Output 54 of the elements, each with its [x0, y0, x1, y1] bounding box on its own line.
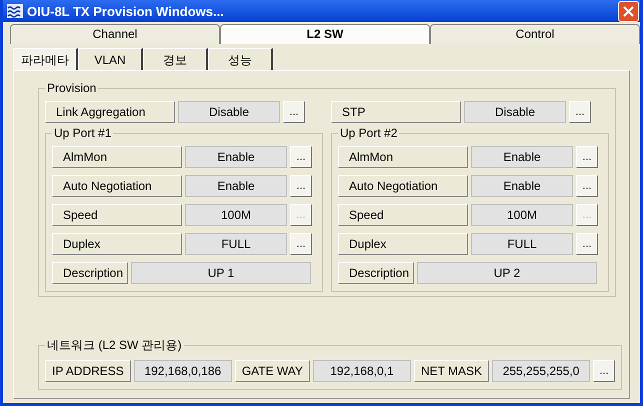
browse-button[interactable]: ...: [283, 100, 305, 122]
setting-label: Link Aggregation: [45, 100, 175, 122]
address-field[interactable]: 192,168,0,1: [312, 360, 411, 382]
setting-value: FULL: [185, 232, 287, 254]
group-title: Up Port #2: [339, 126, 398, 140]
setting-label: Auto Negotiation: [338, 174, 468, 196]
setting-value: Enable: [185, 146, 287, 168]
tab[interactable]: 파라메타: [13, 48, 78, 70]
wave-icon: [7, 4, 23, 18]
browse-button[interactable]: ...: [576, 232, 598, 254]
field-label: NET MASK: [414, 360, 490, 382]
close-button[interactable]: [618, 0, 639, 22]
field-label: IP ADDRESS: [45, 360, 131, 382]
setting-label: Speed: [52, 204, 182, 226]
browse-button[interactable]: ...: [290, 232, 312, 254]
setting-value: Disable: [178, 100, 280, 122]
tab[interactable]: Channel: [10, 24, 220, 44]
setting-value: Enable: [471, 146, 573, 168]
tab[interactable]: 경보: [143, 48, 208, 70]
address-field[interactable]: 255,255,255,0: [492, 360, 590, 382]
setting-label: AlmMon: [52, 146, 182, 168]
setting-label: Duplex: [338, 232, 468, 254]
group-title: 네트워크 (L2 SW 관리용): [46, 337, 183, 354]
setting-label: Description: [52, 262, 128, 284]
close-icon: [623, 6, 634, 16]
setting-label: STP: [331, 100, 461, 122]
setting-label: Auto Negotiation: [52, 174, 182, 196]
browse-button[interactable]: ...: [290, 146, 312, 168]
group-title: Provision: [46, 81, 98, 95]
setting-value: Enable: [185, 174, 287, 196]
setting-label: Description: [338, 262, 414, 284]
field-label: GATE WAY: [234, 360, 310, 382]
browse-button[interactable]: ...: [593, 360, 616, 382]
setting-value: 100M: [185, 204, 287, 226]
description-field[interactable]: UP 2: [417, 262, 597, 284]
group-title: Up Port #1: [53, 126, 112, 140]
window-title: OIU-8L TX Provision Windows...: [27, 4, 225, 18]
setting-value: FULL: [471, 232, 573, 254]
setting-value: Enable: [471, 174, 573, 196]
tab[interactable]: Control: [430, 24, 640, 44]
setting-label: AlmMon: [338, 146, 468, 168]
description-field[interactable]: UP 1: [131, 262, 311, 284]
setting-value: Disable: [464, 100, 566, 122]
setting-label: Speed: [338, 204, 468, 226]
browse-button[interactable]: ...: [576, 174, 598, 196]
tab[interactable]: 성능: [208, 48, 273, 70]
browse-button[interactable]: ...: [576, 146, 598, 168]
setting-label: Duplex: [52, 232, 182, 254]
tab[interactable]: L2 SW: [220, 24, 430, 44]
browse-button[interactable]: ...: [290, 174, 312, 196]
tab[interactable]: VLAN: [78, 48, 143, 70]
address-field[interactable]: 192,168,0,186: [134, 360, 232, 382]
browse-button[interactable]: ...: [569, 100, 591, 122]
setting-value: 100M: [471, 204, 573, 226]
